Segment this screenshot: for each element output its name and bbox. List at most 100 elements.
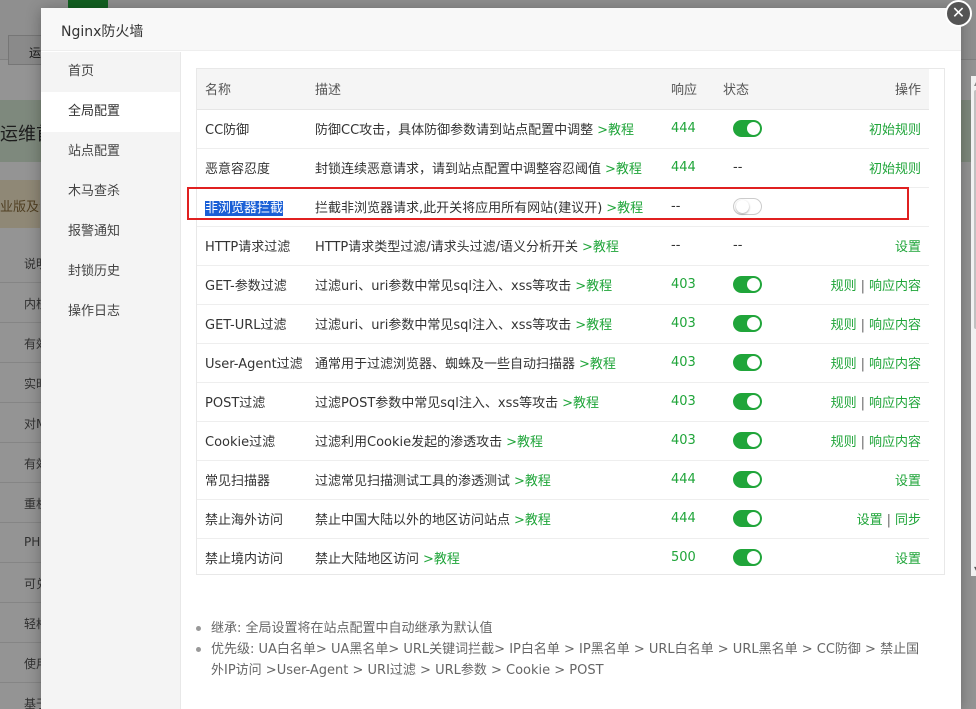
sidebar-item[interactable]: 操作日志 bbox=[41, 292, 180, 332]
tutorial-link[interactable]: >教程 bbox=[575, 318, 612, 333]
sidebar-item[interactable]: 封锁历史 bbox=[41, 252, 180, 292]
sidebar-item[interactable]: 站点配置 bbox=[41, 132, 180, 172]
tutorial-link[interactable]: >教程 bbox=[575, 279, 612, 294]
table-row: Cookie过滤 过滤利用Cookie发起的渗透攻击 >教程 403 规则 | 响应内容 bbox=[197, 421, 929, 460]
toggle-knob bbox=[747, 395, 760, 408]
tutorial-link[interactable]: >教程 bbox=[514, 474, 551, 489]
rule-desc: 通常用于过滤浏览器、蜘蛛及一些自动扫描器 bbox=[315, 357, 576, 372]
sidebar-item[interactable]: 木马查杀 bbox=[41, 172, 180, 212]
op-link[interactable]: 规则 bbox=[831, 279, 857, 294]
ops-cell: 规则 | 响应内容 bbox=[795, 382, 929, 421]
op-link[interactable]: 规则 bbox=[831, 435, 857, 450]
rule-desc: 封锁连续恶意请求，请到站点配置中调整容忍阈值 bbox=[315, 162, 602, 177]
rule-name: 禁止境内访问 bbox=[205, 552, 284, 567]
rule-name-cell: POST过滤 bbox=[197, 382, 315, 421]
rule-desc: 过滤uri、uri参数中常见sql注入、xss等攻击 bbox=[315, 318, 572, 333]
rule-desc-cell: 通常用于过滤浏览器、蜘蛛及一些自动扫描器 >教程 bbox=[315, 343, 671, 382]
header-ops: 操作 bbox=[795, 69, 929, 110]
rule-name-cell: GET-URL过滤 bbox=[197, 304, 315, 343]
op-link[interactable]: 规则 bbox=[831, 318, 857, 333]
op-link[interactable]: 响应内容 bbox=[869, 279, 921, 294]
toggle-knob bbox=[747, 512, 760, 525]
status-cell bbox=[723, 304, 795, 343]
table-row: POST过滤 过滤POST参数中常见sql注入、xss等攻击 >教程 403 规则 | 响应… bbox=[197, 382, 929, 421]
rule-name-cell: Cookie过滤 bbox=[197, 421, 315, 460]
op-link[interactable]: 规则 bbox=[831, 396, 857, 411]
status-toggle[interactable] bbox=[733, 432, 762, 449]
op-link[interactable]: 初始规则 bbox=[869, 123, 921, 138]
tutorial-link[interactable]: >教程 bbox=[597, 123, 634, 138]
status-cell bbox=[723, 109, 795, 148]
ops-separator: | bbox=[860, 357, 865, 372]
op-link[interactable]: 初始规则 bbox=[869, 162, 921, 177]
tutorial-link[interactable]: >教程 bbox=[579, 357, 616, 372]
rule-name: HTTP请求过滤 bbox=[205, 240, 291, 255]
ops-cell: 初始规则 bbox=[795, 148, 929, 187]
table-row: 禁止境内访问 禁止大陆地区访问 >教程 500 设置 bbox=[197, 538, 929, 574]
op-link[interactable]: 设置 bbox=[857, 513, 883, 528]
header-name: 名称 bbox=[197, 69, 315, 110]
note-item: 优先级: UA白名单> UA黑名单> URL关键词拦截> IP白名单 > IP黑… bbox=[196, 639, 926, 681]
status-toggle[interactable] bbox=[733, 510, 762, 527]
rule-name: POST过滤 bbox=[205, 396, 266, 411]
tutorial-link[interactable]: >教程 bbox=[514, 513, 551, 528]
tutorial-link[interactable]: >教程 bbox=[582, 240, 619, 255]
rule-name-cell: CC防御 bbox=[197, 109, 315, 148]
ops-separator: | bbox=[886, 513, 891, 528]
tutorial-link[interactable]: >教程 bbox=[423, 552, 460, 567]
rule-desc-cell: 禁止中国大陆以外的地区访问站点 >教程 bbox=[315, 499, 671, 538]
rule-desc-cell: 过滤利用Cookie发起的渗透攻击 >教程 bbox=[315, 421, 671, 460]
status-toggle[interactable] bbox=[733, 393, 762, 410]
response-code: 500 bbox=[671, 550, 696, 565]
tutorial-link[interactable]: >教程 bbox=[506, 435, 543, 450]
rule-desc: HTTP请求类型过滤/请求头过滤/语义分析开关 bbox=[315, 240, 579, 255]
rule-desc-cell: 防御CC攻击，具体防御参数请到站点配置中调整 >教程 bbox=[315, 109, 671, 148]
dialog-title: Nginx防火墙 bbox=[41, 8, 961, 51]
status-toggle[interactable] bbox=[733, 276, 762, 293]
status-toggle[interactable] bbox=[733, 120, 762, 137]
rule-name-cell: 禁止境内访问 bbox=[197, 538, 315, 574]
status-toggle[interactable] bbox=[733, 549, 762, 566]
tutorial-link[interactable]: >教程 bbox=[562, 396, 599, 411]
table-row: CC防御 防御CC攻击，具体防御参数请到站点配置中调整 >教程 444 初始规则 bbox=[197, 109, 929, 148]
table-header-row: 名称 描述 响应 状态 操作 bbox=[197, 69, 929, 110]
op-link[interactable]: 同步 bbox=[895, 513, 921, 528]
header-response: 响应 bbox=[671, 69, 723, 110]
sidebar-item[interactable]: 首页 bbox=[41, 52, 180, 92]
response-code: 444 bbox=[671, 121, 696, 136]
rule-name: 恶意容忍度 bbox=[205, 162, 271, 177]
rule-desc-cell: 过滤POST参数中常见sql注入、xss等攻击 >教程 bbox=[315, 382, 671, 421]
close-icon[interactable]: ✕ bbox=[945, 0, 972, 27]
op-link[interactable]: 设置 bbox=[895, 552, 921, 567]
status-toggle[interactable] bbox=[733, 354, 762, 371]
response-code: 403 bbox=[671, 316, 696, 331]
table-row: User-Agent过滤 通常用于过滤浏览器、蜘蛛及一些自动扫描器 >教程 403 规则… bbox=[197, 343, 929, 382]
status-toggle[interactable] bbox=[733, 471, 762, 488]
tutorial-link[interactable]: >教程 bbox=[605, 162, 642, 177]
toggle-knob bbox=[747, 434, 760, 447]
sidebar-item[interactable]: 全局配置 bbox=[41, 92, 180, 132]
response-code: 444 bbox=[671, 511, 696, 526]
notes-list: 继承: 全局设置将在站点配置中自动继承为默认值 优先级: UA白名单> UA黑名单… bbox=[196, 618, 926, 681]
sidebar-item[interactable]: 报警通知 bbox=[41, 212, 180, 252]
op-link[interactable]: 设置 bbox=[895, 240, 921, 255]
op-link[interactable]: 响应内容 bbox=[869, 318, 921, 333]
status-cell bbox=[723, 343, 795, 382]
rule-desc-cell: 过滤常见扫描测试工具的渗透测试 >教程 bbox=[315, 460, 671, 499]
op-link[interactable]: 响应内容 bbox=[869, 396, 921, 411]
rule-name-cell: 常见扫描器 bbox=[197, 460, 315, 499]
response-code: 403 bbox=[671, 355, 696, 370]
rule-name: CC防御 bbox=[205, 123, 250, 138]
rule-name: User-Agent过滤 bbox=[205, 357, 303, 372]
table-row: 恶意容忍度 封锁连续恶意请求，请到站点配置中调整容忍阈值 >教程 444 -- 初始规则 bbox=[197, 148, 929, 187]
op-link[interactable]: 响应内容 bbox=[869, 435, 921, 450]
ops-cell: 设置 bbox=[795, 460, 929, 499]
op-link[interactable]: 规则 bbox=[831, 357, 857, 372]
rule-desc-cell: 过滤uri、uri参数中常见sql注入、xss等攻击 >教程 bbox=[315, 265, 671, 304]
status-toggle[interactable] bbox=[733, 315, 762, 332]
table-scrollbar[interactable]: ▲ ▼ bbox=[971, 76, 976, 576]
status-cell bbox=[723, 499, 795, 538]
op-link[interactable]: 响应内容 bbox=[869, 357, 921, 372]
rule-name: GET-参数过滤 bbox=[205, 279, 287, 294]
op-link[interactable]: 设置 bbox=[895, 474, 921, 489]
